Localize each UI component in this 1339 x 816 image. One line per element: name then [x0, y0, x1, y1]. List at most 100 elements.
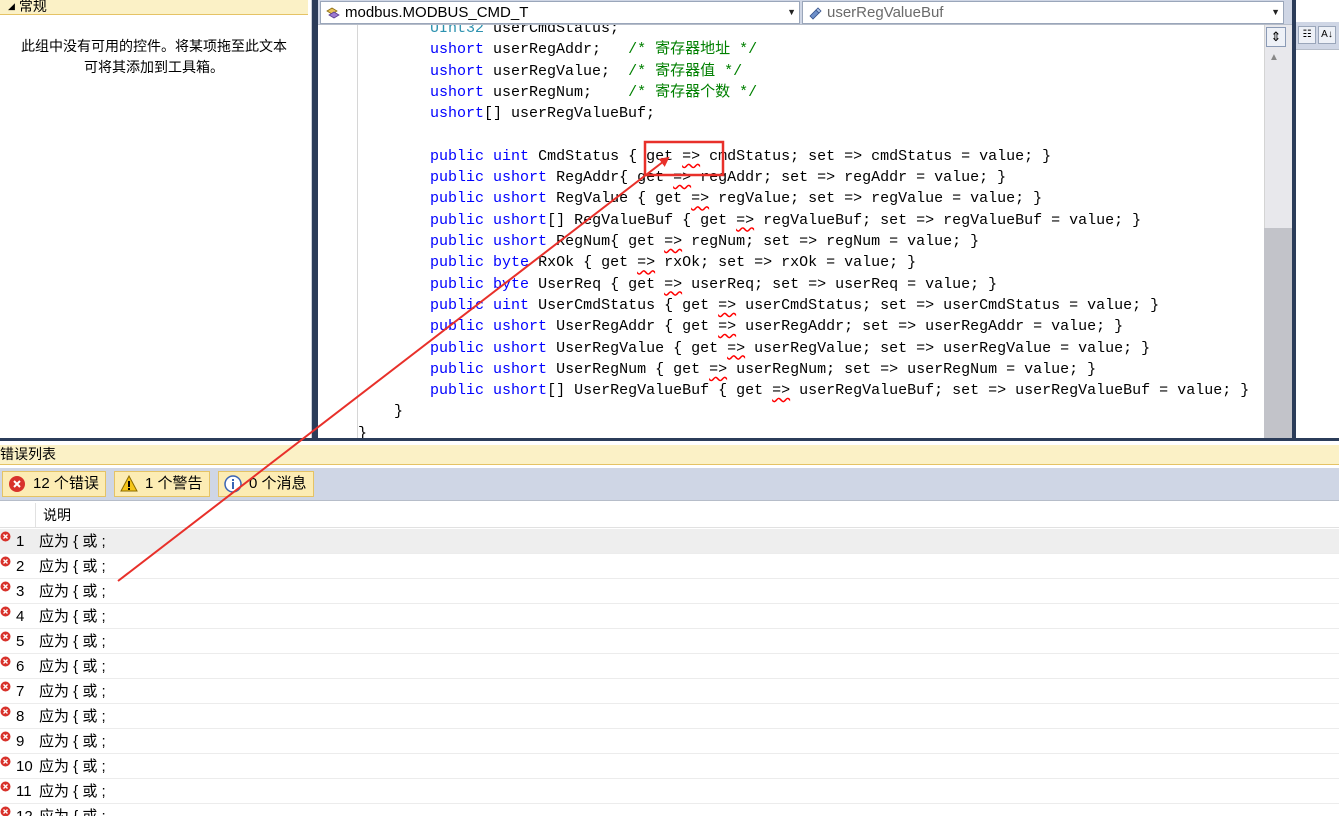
error-icon — [0, 631, 11, 642]
code-line[interactable]: public ushort[] UserRegValueBuf { get =>… — [358, 380, 1249, 401]
error-row[interactable]: 6 应为 { 或 ; — [0, 654, 1339, 679]
dropdown-arrow-icon: ▼ — [1271, 7, 1280, 17]
error-icon — [0, 756, 11, 767]
class-icon — [326, 7, 340, 19]
alphabetical-sort-icon[interactable]: A↓ — [1318, 26, 1336, 44]
code-line[interactable]: public ushort UserRegNum { get => userRe… — [358, 359, 1096, 380]
error-row[interactable]: 11 应为 { 或 ; — [0, 779, 1339, 804]
error-icon — [0, 681, 11, 692]
code-token: userRegNum; set => userRegNum = value; } — [727, 360, 1097, 378]
code-line[interactable]: public uint CmdStatus { get => cmdStatus… — [358, 146, 1051, 167]
code-line[interactable]: } — [358, 401, 403, 422]
code-line[interactable]: public ushort UserRegValue { get => user… — [358, 338, 1150, 359]
code-line[interactable]: public ushort UserRegAddr { get => userR… — [358, 316, 1123, 337]
code-token: public — [430, 233, 485, 250]
code-token: public — [430, 147, 485, 165]
member-dropdown-value: userRegValueBuf — [827, 4, 944, 21]
split-window-icon[interactable]: ⇕ — [1266, 27, 1286, 47]
error-row-number: 12 — [16, 804, 33, 816]
error-row[interactable]: 4 应为 { 或 ; — [0, 604, 1339, 629]
code-line[interactable]: ushort userRegAddr; /* 寄存器地址 */ — [358, 39, 757, 60]
error-row[interactable]: 3 应为 { 或 ; — [0, 579, 1339, 604]
error-row-description: 应为 { 或 ; — [39, 758, 106, 775]
code-line[interactable]: ushort userRegValue; /* 寄存器值 */ — [358, 61, 742, 82]
code-token: public — [430, 296, 485, 314]
code-token: regAddr; set => regAddr = value; } — [691, 169, 1007, 187]
code-token: ushort — [430, 105, 485, 123]
code-line[interactable]: ushort userRegNum; /* 寄存器个数 */ — [358, 82, 757, 103]
code-token: ushort — [493, 382, 548, 400]
code-token: ushort — [493, 190, 548, 208]
code-line[interactable]: public byte UserReq { get => userReq; se… — [358, 274, 997, 295]
error-row-description: 应为 { 或 ; — [39, 633, 106, 650]
categorized-view-icon[interactable]: ☷ — [1298, 26, 1316, 44]
error-row-number: 6 — [16, 658, 25, 675]
syntax-error-token: => — [709, 360, 728, 378]
error-icon — [0, 606, 11, 617]
code-token: userRegValue; — [484, 62, 629, 80]
error-row-number: 5 — [16, 633, 25, 650]
error-row-description: 应为 { 或 ; — [39, 683, 106, 700]
error-icon — [0, 531, 11, 542]
code-token: UserReq { get — [529, 275, 665, 293]
code-token: uint — [493, 296, 530, 314]
error-icon — [0, 706, 11, 717]
error-row[interactable]: 1 应为 { 或 ; — [0, 529, 1339, 554]
code-line[interactable]: ushort[] userRegValueBuf; — [358, 103, 655, 124]
code-token: userCmdStatus; set => userCmdStatus = va… — [736, 296, 1160, 314]
error-row[interactable]: 10 应为 { 或 ; — [0, 754, 1339, 779]
code-token: byte — [493, 275, 530, 293]
code-line[interactable]: } — [358, 423, 367, 438]
error-row[interactable]: 7 应为 { 或 ; — [0, 679, 1339, 704]
warnings-filter-label: 1 个警告 — [145, 475, 203, 492]
navigation-bar: modbus.MODBUS_CMD_T ▼ userRegValueBuf ▼ — [318, 0, 1292, 25]
messages-filter-button[interactable]: 0 个消息 — [218, 471, 314, 497]
errors-filter-button[interactable]: 12 个错误 — [2, 471, 106, 497]
syntax-error-token: => — [637, 254, 656, 272]
code-line[interactable]: public byte RxOk { get => rxOk; set => r… — [358, 252, 916, 273]
error-row[interactable]: 8 应为 { 或 ; — [0, 704, 1339, 729]
collapse-triangle-icon[interactable]: ◢ — [8, 1, 15, 11]
member-dropdown[interactable]: userRegValueBuf ▼ — [802, 1, 1284, 24]
syntax-error-token: => — [664, 275, 683, 293]
error-icon — [0, 656, 11, 667]
column-header-number[interactable] — [0, 503, 36, 528]
code-token: [] RegValueBuf { get — [547, 211, 737, 229]
scrollbar-thumb[interactable] — [1264, 228, 1292, 438]
code-token: regValueBuf; set => regValueBuf = value;… — [754, 211, 1142, 229]
code-line[interactable]: public uint UserCmdStatus { get => userC… — [358, 295, 1159, 316]
error-list-title: 错误列表 — [0, 445, 1339, 465]
scroll-up-icon[interactable]: ▲ — [1269, 52, 1279, 63]
code-text-area[interactable]: UInt32 userCmdStatus; ushort userRegAddr… — [358, 18, 1264, 438]
line-gutter — [318, 25, 358, 438]
column-header-description[interactable]: 说明 — [43, 503, 71, 528]
error-list-toolbar: 12 个错误 1 个警告 0 个消息 — [0, 468, 1339, 501]
code-line[interactable]: public ushort RegValue { get => regValue… — [358, 188, 1042, 209]
warnings-filter-button[interactable]: 1 个警告 — [114, 471, 210, 497]
code-token: userRegAddr; — [484, 41, 629, 59]
code-token: RegNum{ get — [547, 233, 665, 250]
error-row[interactable]: 9 应为 { 或 ; — [0, 729, 1339, 754]
error-row[interactable]: 2 应为 { 或 ; — [0, 554, 1339, 579]
code-line[interactable]: public ushort RegNum{ get => regNum; set… — [358, 231, 979, 252]
type-dropdown[interactable]: modbus.MODBUS_CMD_T ▼ — [320, 1, 800, 24]
error-row[interactable]: 12 应为 { 或 ; — [0, 804, 1339, 816]
code-token: ushort — [493, 339, 548, 357]
code-token: UserRegValue { get — [547, 339, 728, 357]
error-row[interactable]: 5 应为 { 或 ; — [0, 629, 1339, 654]
code-token: RegAddr{ get — [547, 169, 674, 187]
code-line[interactable]: public ushort RegAddr{ get => regAddr; s… — [358, 167, 1006, 188]
toolbox-group-header[interactable]: ◢ 常规 — [0, 0, 308, 15]
code-token: userRegValueBuf; set => userRegValueBuf … — [790, 382, 1250, 400]
code-line[interactable]: public ushort[] RegValueBuf { get => reg… — [358, 210, 1141, 231]
code-token: cmdStatus; set => cmdStatus = value; } — [700, 147, 1052, 165]
error-row-number: 9 — [16, 733, 25, 750]
code-token: public — [430, 339, 485, 357]
